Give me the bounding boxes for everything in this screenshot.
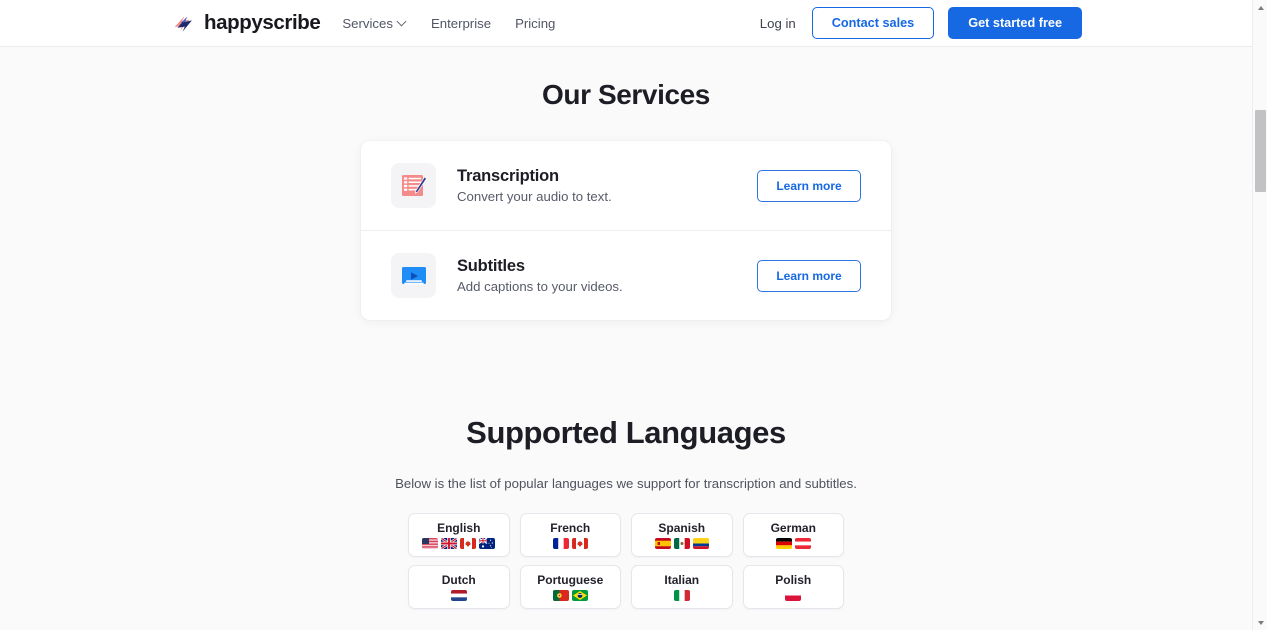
contact-sales-button[interactable]: Contact sales [811,7,935,39]
nav-item-pricing[interactable]: Pricing [515,16,555,31]
vertical-scrollbar-thumb[interactable] [1255,110,1266,192]
nav-item-label: Enterprise [430,15,492,31]
scroll-up-arrow-icon[interactable] [1253,0,1267,15]
language-card-label: English [437,521,481,535]
flag-it-icon [673,589,690,601]
flag-fr-icon [552,537,569,549]
language-card-label: Dutch [441,573,476,587]
flag-pt-icon [552,589,569,601]
language-card-flags [673,589,690,601]
flag-mx-icon [673,537,690,549]
services-card: Transcription Convert your audio to text… [361,141,891,320]
flag-co-icon [692,537,709,549]
language-card-flags [422,537,496,549]
language-card-german[interactable]: German [742,513,844,557]
languages-title: Supported Languages [466,415,786,450]
language-card-spanish[interactable]: Spanish [631,513,733,557]
service-row-transcription[interactable]: Transcription Convert your audio to text… [361,141,891,230]
language-card-polish[interactable]: Polish [742,565,844,609]
language-card-flags [654,537,709,549]
language-card-label: French [550,521,591,535]
language-card-label: Italian [664,573,700,587]
language-card-dutch[interactable]: Dutch [408,565,510,609]
chevron-down-icon [398,18,407,27]
get-started-free-button[interactable]: Get started free [948,7,1082,39]
browser-viewport: happyscribe Services Enterprise Pricing … [0,0,1252,630]
flag-pl-icon [785,589,802,601]
supported-languages-section: Supported Languages Below is the list of… [0,415,1252,630]
flag-ca-icon [460,537,477,549]
header-actions: Log in Contact sales Get started free [760,7,1082,39]
service-description: Add captions to your videos. [457,279,623,294]
flag-es-icon [654,537,671,549]
service-row-subtitles[interactable]: Subtitles Add captions to your videos. L… [361,230,891,320]
services-title: Our Services [542,79,710,110]
learn-more-subtitles-button[interactable]: Learn more [757,259,861,292]
language-card-flags [552,537,588,549]
language-card-label: Spanish [658,521,706,535]
language-card-flags [785,589,802,601]
services-section: Our Services Transcription Convert your … [0,79,1252,320]
service-description: Convert your audio to text. [457,189,612,204]
site-header: happyscribe Services Enterprise Pricing … [0,0,1252,47]
languages-grid: English French Spanish German Dutch Portugues… [408,513,844,609]
language-card-flags [552,589,588,601]
service-name: Subtitles [457,257,525,275]
flag-at-icon [794,537,811,549]
languages-subtitle: Below is the list of popular languages w… [395,476,857,491]
service-name: Transcription [457,167,559,185]
nav-item-label: Services [342,15,393,31]
scroll-down-arrow-icon[interactable] [1253,615,1267,630]
log-in-link[interactable]: Log in [760,16,796,31]
flag-br-icon [571,589,588,601]
language-card-label: German [770,521,816,535]
language-card-french[interactable]: French [519,513,621,557]
brand-name: happyscribe [204,11,321,34]
nav-item-services[interactable]: Services [342,16,407,31]
main-nav: Services Enterprise Pricing [342,16,555,31]
brand-logo-link[interactable]: happyscribe [170,11,321,36]
flag-gb-icon [441,537,458,549]
language-card-english[interactable]: English [408,513,510,557]
vertical-scrollbar[interactable] [1252,0,1267,630]
language-card-italian[interactable]: Italian [631,565,733,609]
subtitles-video-play-icon [391,253,436,298]
flag-au-icon [479,537,496,549]
flag-de-icon [775,537,792,549]
language-card-flags [450,589,467,601]
learn-more-transcription-button[interactable]: Learn more [757,169,861,202]
transcription-document-pen-icon [391,163,436,208]
nav-item-label: Pricing [515,15,556,31]
happyscribe-logo-icon [170,11,195,36]
nav-item-enterprise[interactable]: Enterprise [431,16,491,31]
flag-nl-icon [450,589,467,601]
language-card-flags [775,537,811,549]
language-card-label: Polish [775,573,812,587]
flag-ca-icon [571,537,588,549]
language-card-portuguese[interactable]: Portuguese [519,565,621,609]
language-card-label: Portuguese [537,573,604,587]
flag-us-icon [422,537,439,549]
